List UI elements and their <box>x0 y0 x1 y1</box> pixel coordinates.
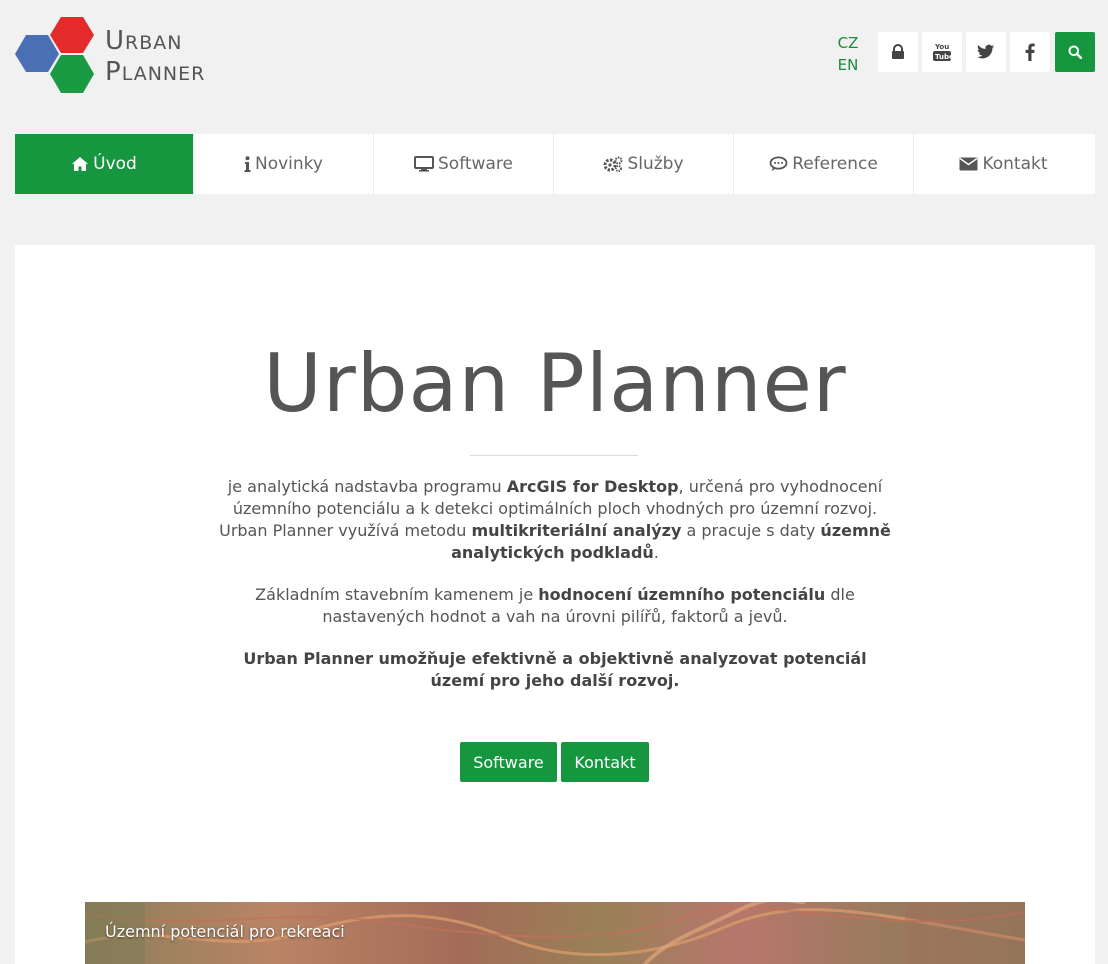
comment-icon <box>769 156 788 171</box>
envelope-icon <box>959 157 978 171</box>
nav-item-label: Software <box>438 154 513 174</box>
language-switcher: CZ EN <box>834 32 862 76</box>
foundation-paragraph: Základním stavebním kamenem je hodnocení… <box>215 584 895 628</box>
nav-item-sluzby[interactable]: Služby <box>553 134 733 194</box>
gears-icon <box>603 156 623 172</box>
nav-item-label: Služby <box>627 154 684 174</box>
lang-cz-link[interactable]: CZ <box>834 32 862 54</box>
nav-item-novinky[interactable]: Novinky <box>193 134 373 194</box>
nav-item-label: Kontakt <box>982 154 1048 174</box>
intro-text: je analytická nadstavba programu <box>227 477 507 496</box>
nav-item-kontakt[interactable]: Kontakt <box>913 134 1093 194</box>
main-nav: Úvod Novinky Software Služby Reference K… <box>15 134 1095 194</box>
logo-line2-rest: LANNER <box>121 63 206 85</box>
logo-hexagons-icon <box>15 17 94 93</box>
info-icon <box>244 156 251 172</box>
login-button[interactable] <box>878 32 918 72</box>
facebook-button[interactable] <box>1010 32 1050 72</box>
monitor-icon <box>414 156 435 172</box>
twitter-icon <box>977 44 995 59</box>
software-button[interactable]: Software <box>460 742 557 782</box>
svg-text:You: You <box>934 43 949 51</box>
facebook-icon <box>1025 43 1035 61</box>
main-panel: Urban Planner je analytická nadstavba pr… <box>15 245 1095 964</box>
intro-text: a pracuje s daty <box>681 521 821 540</box>
nav-item-software[interactable]: Software <box>373 134 553 194</box>
nav-item-label: Novinky <box>255 154 323 174</box>
logo-text: URBAN PLANNER <box>105 27 205 89</box>
page-title: Urban Planner <box>263 337 847 430</box>
foundation-bold: hodnocení územního potenciálu <box>538 585 826 604</box>
youtube-button[interactable]: You Tube <box>922 32 962 72</box>
twitter-button[interactable] <box>966 32 1006 72</box>
search-icon <box>1068 45 1082 59</box>
map-caption: Územní potenciál pro rekreaci <box>105 922 345 941</box>
nav-item-reference[interactable]: Reference <box>733 134 913 194</box>
intro-text: . <box>653 543 659 562</box>
intro-bold-analysis: multikriteriální analýzy <box>471 521 682 540</box>
intro-paragraph: je analytická nadstavba programu ArcGIS … <box>215 476 895 564</box>
summary-paragraph: Urban Planner umožňuje efektivně a objek… <box>243 649 867 690</box>
search-button[interactable] <box>1055 32 1095 72</box>
map-preview-image[interactable]: Územní potenciál pro rekreaci <box>85 902 1025 964</box>
logo-line2-cap: P <box>105 57 122 87</box>
kontakt-button[interactable]: Kontakt <box>561 742 649 782</box>
nav-item-uvod[interactable]: Úvod <box>15 134 193 194</box>
youtube-icon: You Tube <box>933 43 952 61</box>
logo[interactable]: URBAN PLANNER <box>14 15 224 95</box>
title-divider <box>470 455 638 456</box>
foundation-text: Základním stavebním kamenem je <box>255 585 539 604</box>
lock-icon <box>892 44 904 59</box>
lang-en-link[interactable]: EN <box>834 54 862 76</box>
svg-text:Tube: Tube <box>935 53 952 61</box>
home-icon <box>72 157 89 171</box>
logo-line1-cap: U <box>105 26 126 56</box>
intro-bold-arcgis: ArcGIS for Desktop <box>506 477 679 496</box>
nav-item-label: Reference <box>792 154 878 174</box>
nav-item-label: Úvod <box>93 154 137 174</box>
logo-line1-rest: RBAN <box>125 32 183 54</box>
header: URBAN PLANNER CZ EN You Tube <box>0 0 1108 110</box>
